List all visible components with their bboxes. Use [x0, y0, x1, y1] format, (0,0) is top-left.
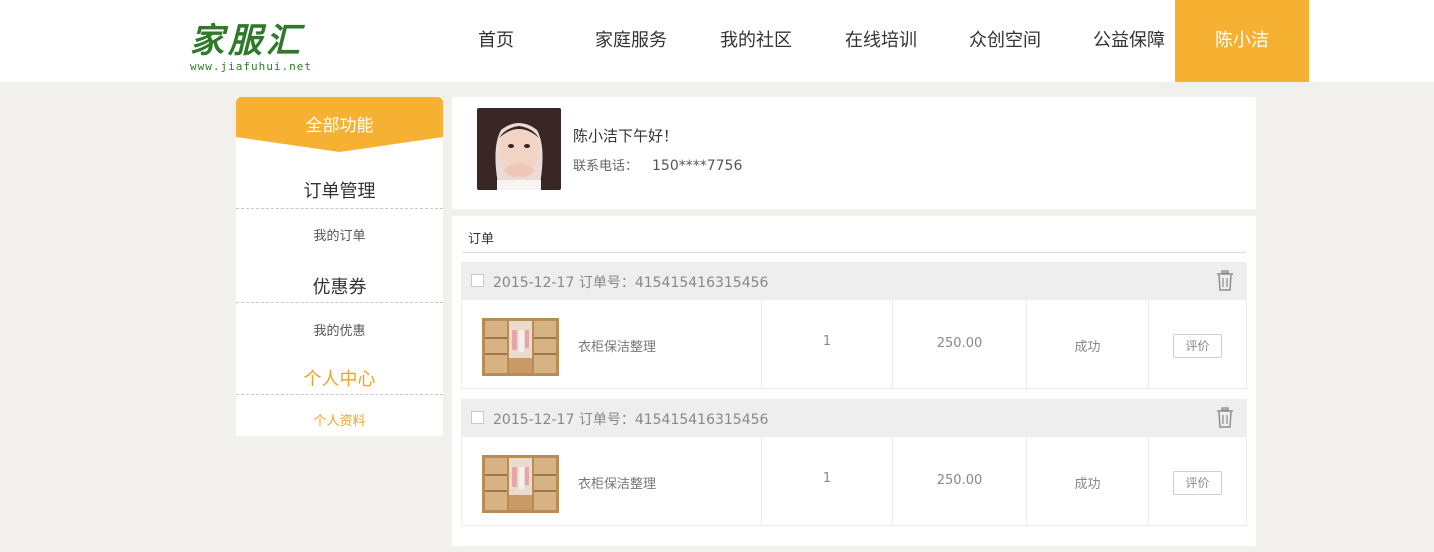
order-number-label: 订单号： [578, 275, 635, 291]
order-header: 2015-12-17 订单号：415415416315456 [461, 399, 1247, 437]
site-logo[interactable]: 家服汇 www.jiafuhui.net [190, 22, 330, 80]
nav-item-home[interactable]: 首页 [474, 0, 518, 82]
trash-icon[interactable] [1215, 407, 1235, 429]
logo-url: www.jiafuhui.net [190, 60, 312, 73]
order-action-cell: 评价 [1149, 300, 1247, 388]
service-name[interactable]: 衣柜保洁整理 [578, 473, 656, 492]
order-quantity-cell: 1 [762, 300, 893, 388]
sidebar-item-profile[interactable]: 个人资料 [236, 410, 443, 429]
rate-button[interactable]: 评价 [1173, 471, 1222, 495]
order-service-cell: 衣柜保洁整理 [462, 437, 762, 525]
sidebar-section-coupons: 优惠券 [312, 277, 367, 298]
order-number: 415415416315456 [634, 412, 769, 428]
nav-item-home-service[interactable]: 家庭服务 [592, 0, 670, 82]
sidebar-header: 全部功能 [236, 97, 443, 155]
sidebar-divider [236, 394, 443, 395]
order-status-cell: 成功 [1027, 300, 1149, 388]
order-price: 250.00 [936, 473, 983, 488]
orders-panel: 订单 2015-12-17 订单号：415415416315456 衣柜保洁整理… [452, 216, 1256, 546]
service-thumbnail[interactable] [482, 455, 559, 513]
order-number: 415415416315456 [634, 275, 769, 291]
sidebar-divider [236, 208, 443, 209]
order-item: 2015-12-17 订单号：415415416315456 衣柜保洁整理 1 … [461, 262, 1247, 389]
rate-button[interactable]: 评价 [1173, 334, 1222, 358]
order-action-cell: 评价 [1149, 437, 1247, 525]
order-number-label: 订单号： [578, 412, 635, 428]
avatar-image [477, 108, 561, 190]
orders-title: 订单 [468, 232, 495, 247]
phone-row: 联系电话： 150****7756 [573, 155, 742, 174]
nav-item-welfare[interactable]: 公益保障 [1090, 0, 1168, 82]
order-header: 2015-12-17 订单号：415415416315456 [461, 262, 1247, 300]
avatar[interactable] [477, 108, 561, 190]
order-quantity: 1 [822, 334, 832, 349]
order-checkbox[interactable] [471, 411, 484, 424]
order-status-cell: 成功 [1027, 437, 1149, 525]
order-checkbox[interactable] [471, 274, 484, 287]
order-price: 250.00 [936, 336, 983, 351]
nav-item-training[interactable]: 在线培训 [842, 0, 920, 82]
phone-label: 联系电话： [573, 159, 639, 174]
order-date: 2015-12-17 [493, 275, 575, 291]
sidebar-header-label: 全部功能 [305, 116, 374, 136]
orders-title-divider [462, 252, 1246, 253]
site-header: 家服汇 www.jiafuhui.net 首页 家庭服务 我的社区 在线培训 众… [0, 0, 1434, 82]
order-quantity: 1 [822, 471, 832, 486]
order-item: 2015-12-17 订单号：415415416315456 衣柜保洁整理 1 … [461, 399, 1247, 526]
service-thumbnail[interactable] [482, 318, 559, 376]
nav-item-community[interactable]: 我的社区 [717, 0, 795, 82]
sidebar-item-my-orders[interactable]: 我的订单 [236, 225, 443, 244]
order-status: 成功 [1074, 477, 1101, 492]
order-service-cell: 衣柜保洁整理 [462, 300, 762, 388]
order-price-cell: 250.00 [893, 437, 1027, 525]
order-quantity-cell: 1 [762, 437, 893, 525]
logo-text: 家服汇 [190, 21, 304, 61]
order-date: 2015-12-17 [493, 412, 575, 428]
order-price-cell: 250.00 [893, 300, 1027, 388]
order-status: 成功 [1074, 340, 1101, 355]
sidebar-divider [236, 302, 443, 303]
order-meta: 2015-12-17 订单号：415415416315456 [493, 409, 768, 429]
sidebar-section-personal: 个人中心 [303, 369, 376, 390]
nav-user-name[interactable]: 陈小洁 [1175, 0, 1309, 82]
order-meta: 2015-12-17 订单号：415415416315456 [493, 272, 768, 292]
order-body: 衣柜保洁整理 1 250.00 成功 评价 [461, 437, 1247, 526]
profile-card: 陈小洁下午好！ 联系电话： 150****7756 [452, 97, 1256, 209]
phone-number: 150****7756 [652, 158, 743, 174]
service-name[interactable]: 衣柜保洁整理 [578, 336, 656, 355]
greeting-text: 陈小洁下午好！ [573, 127, 679, 145]
order-body: 衣柜保洁整理 1 250.00 成功 评价 [461, 300, 1247, 389]
nav-item-maker-space[interactable]: 众创空间 [966, 0, 1044, 82]
sidebar-section-orders: 订单管理 [303, 181, 376, 202]
sidebar: 全部功能 订单管理 我的订单 优惠券 我的优惠 个人中心 个人资料 [236, 97, 443, 436]
trash-icon[interactable] [1215, 270, 1235, 292]
sidebar-item-my-coupons[interactable]: 我的优惠 [236, 320, 443, 339]
